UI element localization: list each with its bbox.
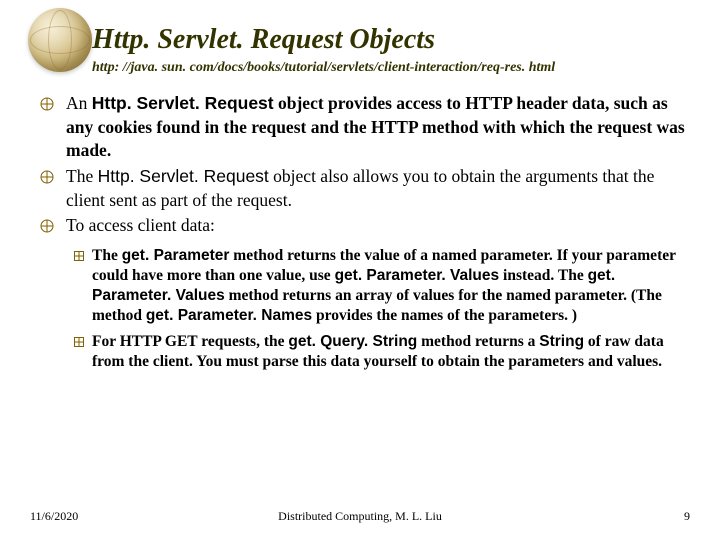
primary-list: An Http. Servlet. Request object provide…: [30, 92, 690, 238]
text: method returns a: [417, 333, 539, 350]
code-text: String: [539, 333, 584, 350]
slide-subtitle: http: //java. sun. com/docs/books/tutori…: [92, 60, 690, 76]
square-bullet-icon: [74, 337, 84, 347]
diamond-bullet-icon: [40, 219, 54, 233]
text: The: [66, 166, 98, 186]
text: provides the names of the parameters. ): [312, 307, 577, 324]
sub-bullet-item: The get. Parameter method returns the va…: [30, 246, 690, 327]
code-text: get. Query. String: [288, 333, 417, 350]
text: An: [66, 93, 92, 113]
bullet-item: To access client data:: [30, 214, 690, 238]
footer-page: 9: [684, 509, 690, 524]
secondary-list: The get. Parameter method returns the va…: [30, 246, 690, 373]
code-text: get. Parameter. Names: [146, 307, 312, 324]
text: The: [92, 247, 122, 264]
globe-graphic: [28, 8, 92, 72]
footer: 11/6/2020 Distributed Computing, M. L. L…: [30, 509, 690, 524]
bullet-item: The Http. Servlet. Request object also a…: [30, 165, 690, 212]
square-bullet-icon: [74, 251, 84, 261]
code-text: Http. Servlet. Request: [98, 166, 269, 186]
sub-bullet-item: For HTTP GET requests, the get. Query. S…: [30, 332, 690, 372]
diamond-bullet-icon: [40, 170, 54, 184]
text: instead. The: [499, 267, 587, 284]
text: For HTTP GET requests, the: [92, 333, 288, 350]
slide: Http. Servlet. Request Objects http: //j…: [0, 0, 720, 540]
footer-center: Distributed Computing, M. L. Liu: [278, 509, 442, 524]
code-text: Http. Servlet. Request: [92, 93, 274, 113]
diamond-bullet-icon: [40, 97, 54, 111]
code-text: get. Parameter: [122, 247, 230, 264]
slide-title: Http. Servlet. Request Objects: [92, 24, 690, 56]
bullet-item: An Http. Servlet. Request object provide…: [30, 92, 690, 163]
footer-date: 11/6/2020: [30, 509, 78, 524]
content-area: An Http. Servlet. Request object provide…: [30, 92, 690, 373]
code-text: get. Parameter. Values: [335, 267, 500, 284]
text: To access client data:: [66, 215, 215, 235]
